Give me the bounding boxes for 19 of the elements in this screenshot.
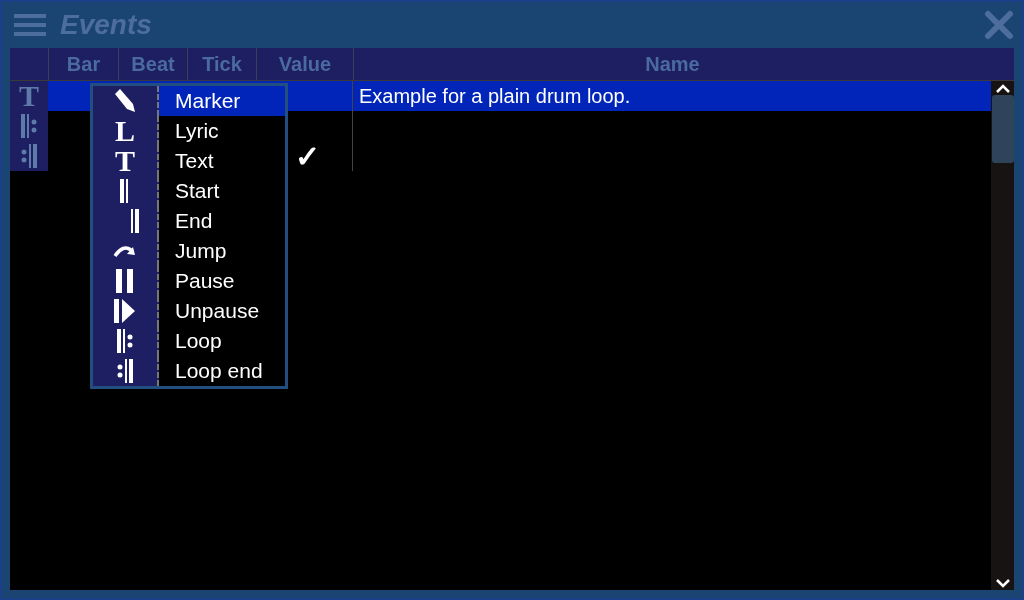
menu-item[interactable]: Marker: [159, 86, 285, 116]
repeat-end-icon: [117, 359, 133, 383]
curved-arrow-icon: [113, 244, 137, 258]
scroll-thumb[interactable]: [991, 95, 1014, 163]
close-icon[interactable]: [984, 10, 1014, 40]
repeat-start-icon: [21, 114, 37, 138]
scrollbar[interactable]: [991, 81, 1014, 590]
pen-icon: [113, 88, 137, 114]
chevron-down-icon[interactable]: [994, 576, 1011, 590]
table-cell: Example for a plain drum loop.: [359, 84, 631, 108]
repeat-end-icon: [21, 144, 37, 168]
checkmark: ✓: [294, 138, 320, 174]
repeat-start-icon: [117, 329, 133, 353]
play-icon: [114, 299, 136, 323]
pause-icon: [115, 269, 135, 293]
letter-icon: T: [19, 79, 39, 113]
menu-icon[interactable]: [14, 14, 46, 36]
barline-icon: [131, 209, 139, 233]
barline-icon: [120, 179, 130, 203]
